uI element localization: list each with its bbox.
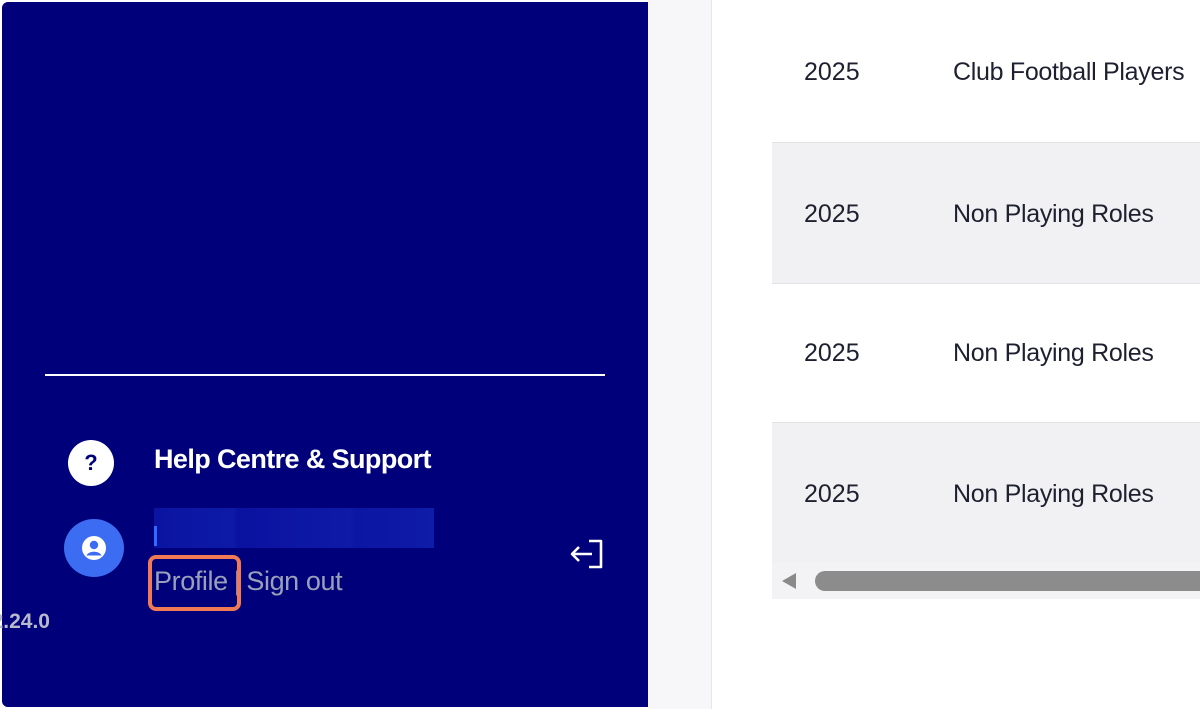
table-row[interactable]: 2025 Non Playing Roles xyxy=(772,284,1200,423)
username-redacted xyxy=(154,508,434,548)
table-row[interactable]: 2025 Club Football Players xyxy=(772,0,1200,143)
sign-out-link[interactable]: Sign out xyxy=(246,566,342,597)
page-gutter xyxy=(648,0,711,709)
avatar xyxy=(64,519,124,577)
registration-type-cell: Non Playing Roles xyxy=(953,200,1154,228)
user-circle-icon xyxy=(82,536,106,560)
registration-type-cell: Non Playing Roles xyxy=(953,480,1154,508)
question-mark-icon: ? xyxy=(68,440,114,486)
registrations-table: 2025 Club Football Players 2025 Non Play… xyxy=(772,0,1200,564)
year-cell: 2025 xyxy=(804,339,860,367)
registration-type-cell: Non Playing Roles xyxy=(953,339,1154,367)
sidebar-divider xyxy=(45,374,605,376)
registration-type-cell: Club Football Players xyxy=(953,58,1185,86)
sidebar: ? Help Centre & Support Profile | Sign o… xyxy=(0,2,648,707)
profile-link[interactable]: Profile xyxy=(154,566,228,597)
content-edge xyxy=(711,0,712,709)
sign-out-arrow-icon[interactable] xyxy=(569,538,605,570)
help-centre-label: Help Centre & Support xyxy=(154,444,432,474)
version-label: v2.24.0 xyxy=(0,610,50,633)
link-separator: | xyxy=(233,566,241,596)
scrollbar-thumb[interactable] xyxy=(815,571,1200,591)
help-centre-link[interactable]: ? Help Centre & Support xyxy=(68,439,432,487)
year-cell: 2025 xyxy=(804,200,860,228)
year-cell: 2025 xyxy=(804,480,860,508)
year-cell: 2025 xyxy=(804,58,860,86)
scroll-left-arrow-icon[interactable] xyxy=(782,573,796,589)
horizontal-scrollbar[interactable] xyxy=(772,563,1200,599)
table-row[interactable]: 2025 Non Playing Roles xyxy=(772,143,1200,284)
table-row[interactable]: 2025 Non Playing Roles xyxy=(772,423,1200,564)
account-links: Profile | Sign out xyxy=(154,566,343,597)
